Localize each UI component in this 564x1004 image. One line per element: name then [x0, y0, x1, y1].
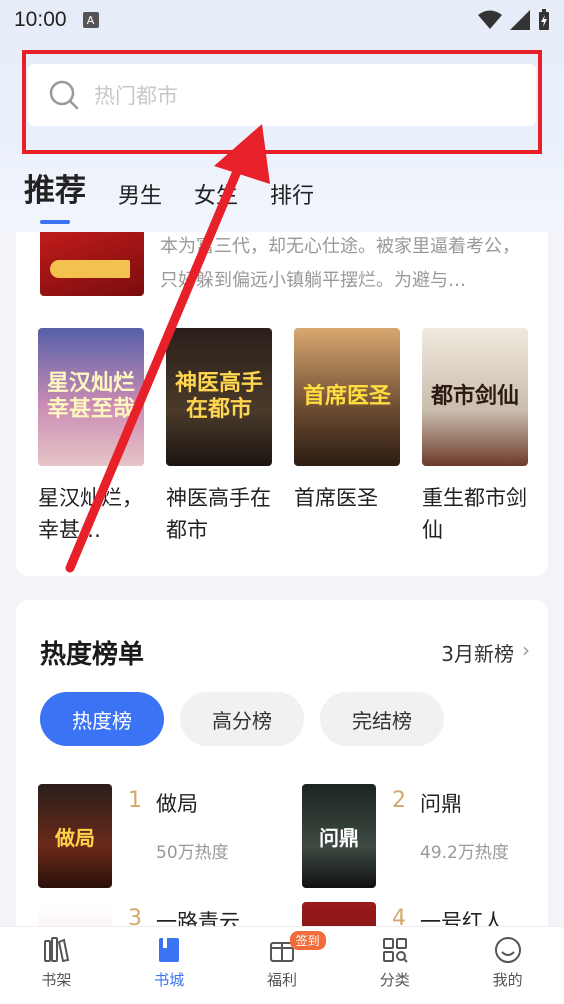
bookshelf-icon — [44, 937, 70, 963]
rank-number: 1 — [128, 788, 142, 813]
rank-cover-text: 做局 — [55, 825, 95, 850]
book-title[interactable]: 神医高手在都市 — [166, 482, 272, 546]
rank-number: 2 — [392, 788, 406, 813]
rank-name[interactable]: 做局 — [156, 788, 229, 818]
status-icons — [478, 9, 550, 31]
nav-welfare[interactable]: 签到 福利 — [226, 927, 339, 1004]
category-icon — [382, 938, 408, 963]
checkin-badge: 签到 — [289, 931, 326, 950]
featured-book-cover[interactable] — [40, 232, 144, 296]
book-cover-text: 首席医圣 — [302, 384, 391, 409]
book-item[interactable]: 星汉灿烂幸甚至哉 星汉灿烂，幸甚… — [38, 328, 144, 546]
rank-cover[interactable]: 问鼎 — [302, 784, 376, 888]
pill-hot[interactable]: 热度榜 — [40, 692, 164, 746]
nav-category[interactable]: 分类 — [338, 927, 451, 1004]
train-illustration — [50, 260, 130, 278]
book-cover-text: 神医高手在都市 — [174, 371, 263, 422]
notification-a-icon: A — [82, 12, 99, 28]
nav-label: 分类 — [379, 971, 410, 989]
bookstore-icon — [159, 938, 180, 962]
wifi-icon — [478, 10, 502, 29]
book-cover[interactable]: 星汉灿烂幸甚至哉 — [38, 328, 144, 466]
tab-male[interactable]: 男生 — [118, 178, 162, 210]
ranking-more-link[interactable]: 3月新榜 — [441, 638, 514, 667]
book-title[interactable]: 星汉灿烂，幸甚… — [38, 482, 144, 546]
category-tabs: 推荐 男生 女生 排行 — [24, 150, 314, 224]
nav-label: 书城 — [154, 971, 185, 989]
pill-completed[interactable]: 完结榜 — [320, 692, 444, 746]
tab-recommend[interactable]: 推荐 — [24, 165, 86, 224]
search-placeholder: 热门都市 — [94, 84, 178, 108]
nav-profile[interactable]: 我的 — [451, 927, 564, 1004]
rank-info: 做局 50万热度 — [156, 788, 229, 888]
search-icon — [49, 80, 79, 110]
chevron-right-icon[interactable]: › — [522, 638, 530, 662]
nav-label: 我的 — [492, 971, 523, 989]
rank-name[interactable]: 问鼎 — [420, 788, 509, 818]
nav-label: 书架 — [41, 971, 72, 989]
rank-heat: 49.2万热度 — [420, 843, 509, 863]
ranking-title: 热度榜单 — [40, 640, 145, 670]
rank-item[interactable]: 做局 1 做局 50万热度 — [38, 784, 229, 888]
book-title[interactable]: 首席医圣 — [294, 482, 400, 546]
ranking-filter-pills: 热度榜 高分榜 完结榜 — [40, 692, 444, 746]
nav-label: 福利 — [266, 971, 297, 989]
recommend-card: 本为富三代，却无心仕途。被家里逼着考公，只好躲到偏远小镇躺平摆烂。为避与… 星汉… — [16, 232, 548, 576]
tab-female[interactable]: 女生 — [194, 178, 238, 210]
rank-info: 问鼎 49.2万热度 — [420, 788, 509, 888]
book-item[interactable]: 都市剑仙 重生都市剑仙 — [422, 328, 528, 546]
book-item[interactable]: 首席医圣 首席医圣 — [294, 328, 400, 546]
book-cover[interactable]: 首席医圣 — [294, 328, 400, 466]
book-cover-text: 星汉灿烂幸甚至哉 — [46, 371, 135, 422]
bottom-navigation: 书架 书城 签到 福利 分类 我的 — [0, 926, 564, 1004]
nav-bookshelf[interactable]: 书架 — [0, 927, 113, 1004]
battery-icon — [539, 9, 549, 30]
book-cover-text: 都市剑仙 — [430, 384, 519, 409]
rank-heat: 50万热度 — [156, 843, 229, 863]
book-cover[interactable]: 神医高手在都市 — [166, 328, 272, 466]
nav-bookstore[interactable]: 书城 — [113, 927, 226, 1004]
profile-icon — [494, 937, 521, 963]
book-grid: 星汉灿烂幸甚至哉 星汉灿烂，幸甚… 神医高手在都市 神医高手在都市 首席医圣 首… — [38, 328, 528, 546]
status-time: 10:00 — [14, 8, 67, 31]
tab-ranking[interactable]: 排行 — [270, 178, 314, 210]
book-item[interactable]: 神医高手在都市 神医高手在都市 — [166, 328, 272, 546]
rank-cover[interactable]: 做局 — [38, 784, 112, 888]
rank-cover-text: 问鼎 — [319, 825, 359, 850]
ranking-card: 热度榜单 3月新榜 › 热度榜 高分榜 完结榜 做局 1 做局 50万热度 问鼎… — [16, 600, 548, 1004]
pill-top-rated[interactable]: 高分榜 — [180, 692, 304, 746]
book-title[interactable]: 重生都市剑仙 — [422, 482, 528, 546]
rank-item[interactable]: 问鼎 2 问鼎 49.2万热度 — [302, 784, 509, 888]
featured-book-intro[interactable]: 本为富三代，却无心仕途。被家里逼着考公，只好躲到偏远小镇躺平摆烂。为避与… — [160, 230, 530, 298]
search-input[interactable]: 热门都市 — [28, 64, 536, 126]
status-bar: 10:00 A — [0, 0, 564, 40]
signal-icon — [510, 10, 530, 30]
book-cover[interactable]: 都市剑仙 — [422, 328, 528, 466]
